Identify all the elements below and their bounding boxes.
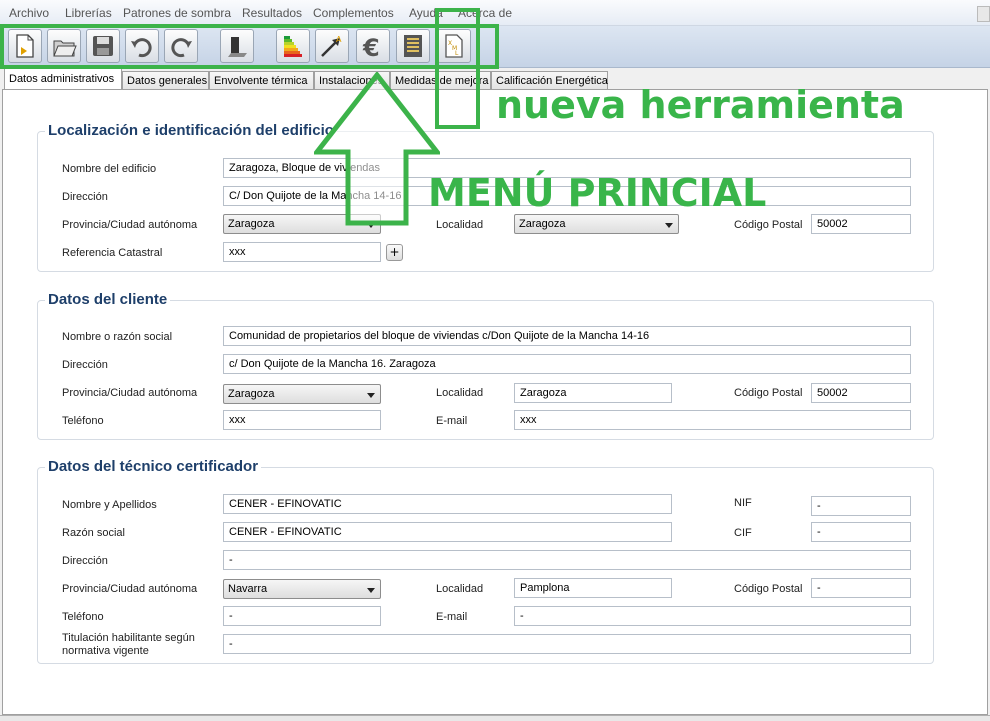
menu-patrones-de-sombra[interactable]: Patrones de sombra bbox=[123, 6, 231, 20]
tech-company-label: Razón social bbox=[62, 527, 125, 539]
building-province-label: Provincia/Ciudad autónoma bbox=[62, 219, 198, 231]
up-arrow-icon bbox=[314, 72, 440, 226]
tech-degree-field[interactable]: - bbox=[223, 634, 911, 654]
tab-envolvente-termica[interactable]: Envolvente térmica bbox=[209, 71, 314, 90]
dropdown-arrow-icon bbox=[367, 588, 375, 593]
tech-phone-label: Teléfono bbox=[62, 611, 104, 623]
tech-degree-label-line2: normativa vigente bbox=[62, 645, 149, 657]
client-name-field[interactable]: Comunidad de propietarios del bloque de … bbox=[223, 326, 911, 346]
client-phone-label: Teléfono bbox=[62, 415, 104, 427]
building-address-label: Dirección bbox=[62, 191, 108, 203]
tech-company-field[interactable]: CENER - EFINOVATIC bbox=[223, 522, 672, 542]
building-locality-select[interactable]: Zaragoza bbox=[514, 214, 679, 234]
client-address-label: Dirección bbox=[62, 359, 108, 371]
client-province-select[interactable]: Zaragoza bbox=[223, 384, 381, 404]
building-name-label: Nombre del edificio bbox=[62, 163, 157, 175]
client-province-value: Zaragoza bbox=[228, 388, 275, 400]
new-tool-highlight bbox=[435, 8, 480, 129]
cadastral-field[interactable]: xxx bbox=[223, 242, 381, 262]
tech-email-field[interactable]: - bbox=[514, 606, 911, 626]
tech-address-field[interactable]: - bbox=[223, 550, 911, 570]
client-email-label: E-mail bbox=[436, 415, 468, 427]
client-locality-label: Localidad bbox=[436, 387, 484, 399]
tech-province-label: Provincia/Ciudad autónoma bbox=[62, 583, 198, 595]
building-province-value: Zaragoza bbox=[228, 218, 275, 230]
technician-section-title: Datos del técnico certificador bbox=[45, 458, 262, 475]
client-name-label: Nombre o razón social bbox=[62, 331, 173, 343]
menu-resultados[interactable]: Resultados bbox=[242, 6, 302, 20]
client-locality-field[interactable]: Zaragoza bbox=[514, 383, 672, 403]
building-postal-label: Código Postal bbox=[734, 219, 803, 231]
tab-datos-generales[interactable]: Datos generales bbox=[122, 71, 209, 90]
tech-province-value: Navarra bbox=[228, 583, 268, 595]
dropdown-arrow-icon bbox=[367, 393, 375, 398]
building-section-title: Localización e identificación del edific… bbox=[45, 122, 337, 139]
tech-locality-label: Localidad bbox=[436, 583, 484, 595]
tech-email-label: E-mail bbox=[436, 611, 468, 623]
menu-archivo[interactable]: Archivo bbox=[9, 6, 49, 20]
tech-postal-label: Código Postal bbox=[734, 583, 803, 595]
tech-province-select[interactable]: Navarra bbox=[223, 579, 381, 599]
menu-bar: Archivo Librerías Patrones de sombra Res… bbox=[0, 0, 990, 26]
building-locality-label: Localidad bbox=[436, 219, 484, 231]
building-postal-field[interactable]: 50002 bbox=[811, 214, 911, 234]
tech-name-field[interactable]: CENER - EFINOVATIC bbox=[223, 494, 672, 514]
client-section-title: Datos del cliente bbox=[45, 291, 171, 308]
building-locality-value: Zaragoza bbox=[519, 218, 566, 230]
client-address-field[interactable]: c/ Don Quijote de la Mancha 16. Zaragoza bbox=[223, 354, 911, 374]
tech-locality-field[interactable]: Pamplona bbox=[514, 578, 672, 598]
tech-cif-label: CIF bbox=[734, 527, 752, 539]
status-bar bbox=[0, 715, 990, 721]
menu-librerias[interactable]: Librerías bbox=[65, 6, 112, 20]
tab-datos-administrativos[interactable]: Datos administrativos bbox=[4, 68, 122, 90]
tech-degree-label-line1: Titulación habilitante según bbox=[62, 632, 195, 644]
tech-nif-label: NIF bbox=[734, 497, 752, 509]
client-email-field[interactable]: xxx bbox=[514, 410, 911, 430]
client-province-label: Provincia/Ciudad autónoma bbox=[62, 387, 198, 399]
add-cadastral-button[interactable]: + bbox=[386, 244, 403, 261]
client-postal-field[interactable]: 50002 bbox=[811, 383, 911, 403]
menu-complementos[interactable]: Complementos bbox=[313, 6, 394, 20]
scroll-corner bbox=[977, 6, 990, 22]
new-tool-annotation: nueva herramienta bbox=[496, 83, 905, 127]
tech-address-label: Dirección bbox=[62, 555, 108, 567]
tech-cif-field[interactable]: - bbox=[811, 522, 911, 542]
tech-degree-label: Titulación habilitante según normativa vi… bbox=[62, 632, 195, 658]
tech-name-label: Nombre y Apellidos bbox=[62, 499, 157, 511]
tech-nif-field[interactable]: - bbox=[811, 496, 911, 516]
client-phone-field[interactable]: xxx bbox=[223, 410, 381, 430]
main-menu-highlight bbox=[0, 24, 499, 69]
main-menu-annotation: MENÚ PRINCIAL bbox=[428, 171, 767, 215]
dropdown-arrow-icon bbox=[665, 223, 673, 228]
cadastral-label: Referencia Catastral bbox=[62, 247, 163, 259]
client-postal-label: Código Postal bbox=[734, 387, 803, 399]
tech-phone-field[interactable]: - bbox=[223, 606, 381, 626]
tech-postal-field[interactable]: - bbox=[811, 578, 911, 598]
